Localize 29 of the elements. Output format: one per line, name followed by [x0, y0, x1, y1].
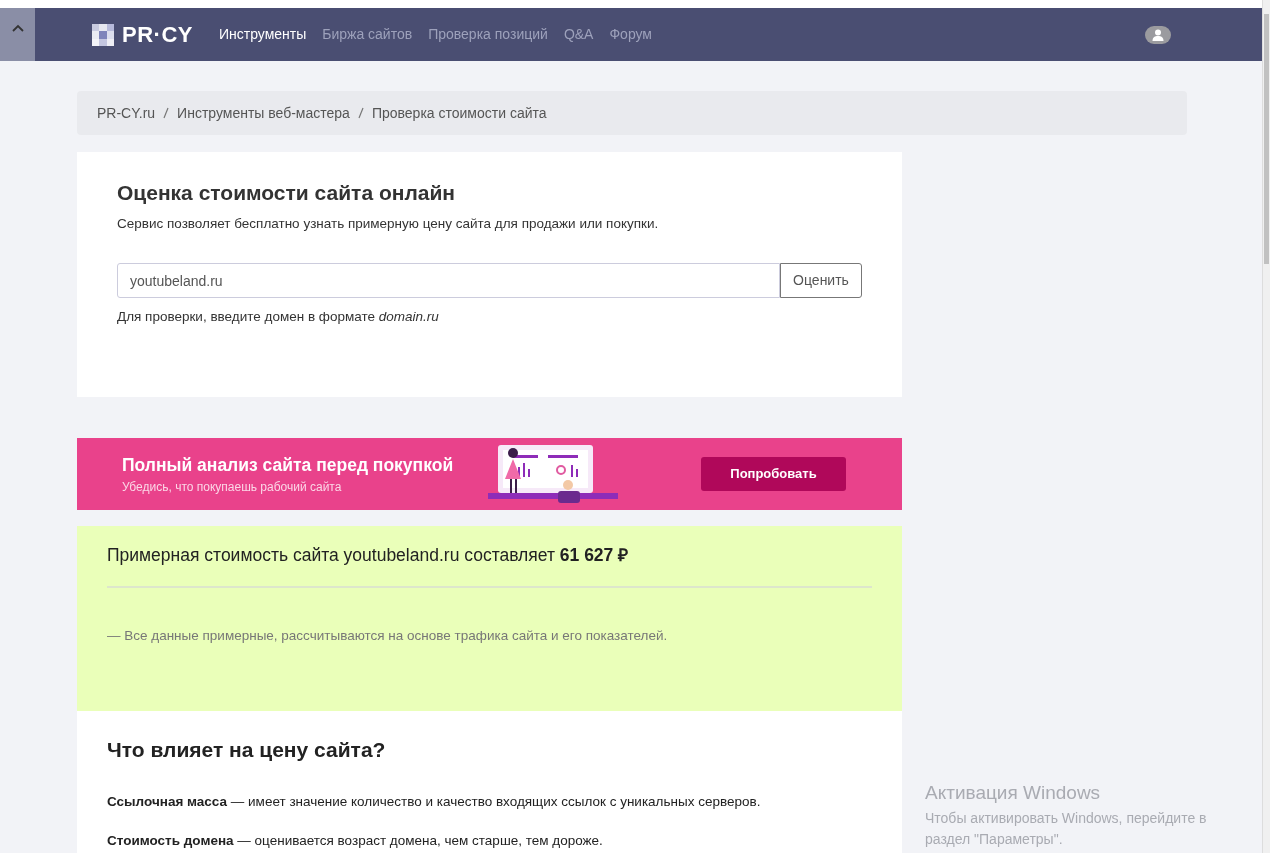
breadcrumb-link[interactable]: PR-CY.ru [97, 102, 156, 124]
caret-icon [11, 24, 24, 32]
section-heading: Что влияет на цену сайта? [107, 737, 387, 763]
evaluate-button[interactable]: Оценить [780, 263, 862, 299]
domain-input-field[interactable]: youtubeland.ru [117, 263, 780, 299]
disclaimer-note: — Все данные примерные, рассчитываются на основе трафика сайта и его показателей. [107, 627, 669, 646]
logo-icon [92, 23, 114, 46]
try-button[interactable]: Попробовать [701, 457, 846, 491]
user-account-button[interactable] [1145, 25, 1171, 44]
promo-banner[interactable]: Полный анализ сайта перед покупкой Убедись, что покупаешь рабочий сайта Попробовать [77, 438, 902, 510]
banner-title: Полный анализ сайта перед покупкой [122, 453, 454, 477]
nav-link[interactable]: Инструменты [218, 24, 307, 45]
user-icon [1152, 28, 1164, 41]
card-description: Сервис позволяет бесплатно узнать примерную цену сайта для продажи или покупки. [117, 215, 660, 234]
activation-notice-title: Активация Windows [925, 781, 1102, 805]
breadcrumb-current: Проверка стоимости сайта [371, 103, 547, 123]
factor-description: Стоимость домена — оценивается возраст домена, чем старше, тем дороже. [107, 832, 604, 851]
breadcrumb-separator-icon [163, 107, 170, 119]
input-hint: Для проверки, введите домен в формате domain.ru [117, 308, 440, 327]
scrollbar[interactable] [1262, 0, 1270, 853]
estimated-price-text: Примерная стоимость сайта youtubeland.ru составляет 61 627 ₽ [107, 544, 630, 567]
breadcrumb-separator-icon [357, 107, 364, 119]
banner-subtitle: Убедись, что покупаешь рабочий сайта [122, 479, 343, 497]
card-title: Оценка стоимости сайта онлайн [117, 180, 457, 206]
breadcrumb-link[interactable]: Инструменты веб-мастера [177, 102, 350, 124]
activation-notice-text: Чтобы активировать Windows, перейдите в раздел "Параметры". [925, 808, 1208, 849]
collapse-button[interactable] [0, 8, 35, 61]
factor-description: Ссылочная масса — имеет значение количество и качество входящих ссылок с уникальных серверов. [107, 793, 762, 812]
site-logo[interactable]: PR·CY [122, 18, 193, 51]
